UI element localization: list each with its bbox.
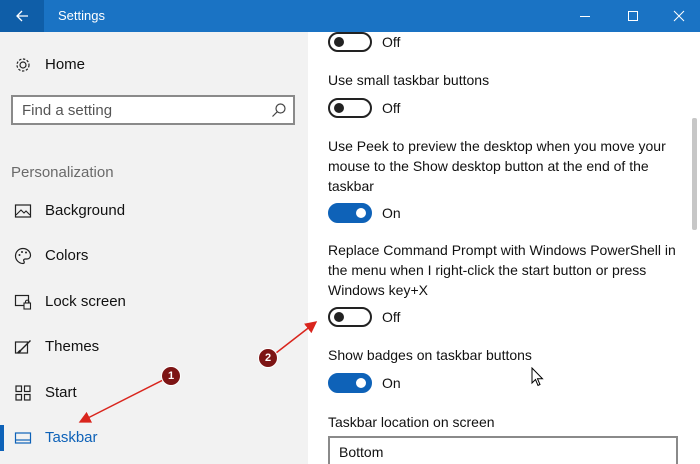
- sidebar-item-label: Background: [45, 202, 126, 219]
- dropdown-selected-value: Bottom: [339, 444, 384, 460]
- toggle-state-label: Off: [382, 309, 401, 325]
- minimize-button[interactable]: [562, 0, 608, 32]
- mouse-pointer-icon: [531, 367, 544, 387]
- lock-screen-icon: [14, 294, 32, 310]
- gear-icon: [16, 58, 30, 72]
- toggle-knob: [356, 208, 366, 218]
- title-bar: Settings: [0, 0, 700, 32]
- sidebar-item-start[interactable]: Start: [0, 376, 308, 410]
- maximize-button[interactable]: [610, 0, 656, 32]
- scrollbar[interactable]: [688, 32, 700, 464]
- nav-home[interactable]: Home: [0, 52, 308, 78]
- sidebar-item-colors[interactable]: Colors: [0, 239, 308, 273]
- annotation-badge-2: 2: [258, 348, 278, 368]
- sidebar-item-background[interactable]: Background: [0, 194, 308, 228]
- scrollbar-thumb[interactable]: [692, 118, 697, 230]
- search-input[interactable]: [13, 97, 263, 123]
- search-box[interactable]: [11, 95, 295, 125]
- toggle-knob: [334, 37, 344, 47]
- window-title: Settings: [58, 8, 105, 23]
- back-arrow-icon: [16, 10, 28, 22]
- palette-icon: [14, 247, 32, 265]
- setting-peek-label: Use Peek to preview the desktop when you…: [328, 138, 666, 194]
- back-button[interactable]: [0, 0, 44, 32]
- maximize-icon: [628, 11, 638, 21]
- active-indicator: [0, 425, 4, 451]
- minimize-icon: [580, 16, 590, 17]
- toggle-knob: [334, 312, 344, 322]
- toggle-state-label: On: [382, 205, 401, 221]
- toggle-small-taskbar-buttons[interactable]: [328, 98, 372, 118]
- themes-icon: [14, 340, 31, 354]
- toggle-state-label: Off: [382, 34, 401, 50]
- toggle-state-label: Off: [382, 100, 401, 116]
- sidebar-item-label: Taskbar: [45, 429, 98, 446]
- annotation-badge-1: 1: [161, 366, 181, 386]
- sidebar-item-taskbar[interactable]: Taskbar: [0, 421, 308, 455]
- toggle-knob: [334, 103, 344, 113]
- sidebar-item-lock-screen[interactable]: Lock screen: [0, 285, 308, 319]
- toggle-peek[interactable]: [328, 203, 372, 223]
- nav-home-label: Home: [45, 56, 86, 73]
- sidebar-item-label: Lock screen: [45, 293, 126, 310]
- toggle-badges[interactable]: [328, 373, 372, 393]
- close-icon: [673, 10, 685, 22]
- toggle-state-label: On: [382, 375, 401, 391]
- toggle-powershell[interactable]: [328, 307, 372, 327]
- sidebar-item-label: Colors: [45, 247, 89, 264]
- taskbar-icon: [14, 432, 32, 444]
- toggle-knob: [356, 378, 366, 388]
- search-icon[interactable]: [271, 102, 287, 118]
- toggle-switch[interactable]: [328, 32, 372, 52]
- close-button[interactable]: [656, 0, 700, 32]
- setting-badges-label: Show badges on taskbar buttons: [328, 347, 532, 363]
- taskbar-location-dropdown[interactable]: Bottom: [328, 436, 678, 464]
- picture-icon: [14, 204, 32, 218]
- setting-powershell-label: Replace Command Prompt with Windows Powe…: [328, 242, 676, 298]
- sidebar-item-label: Themes: [45, 338, 100, 355]
- start-icon: [15, 385, 31, 401]
- sidebar: Home Personalization Background Colors L…: [0, 32, 308, 464]
- setting-small-taskbar-label: Use small taskbar buttons: [328, 72, 490, 88]
- taskbar-location-label: Taskbar location on screen: [328, 414, 495, 430]
- section-header-personalization: Personalization: [11, 164, 114, 181]
- sidebar-item-label: Start: [45, 384, 77, 401]
- main-content: Off Use small taskbar buttons Off Use Pe…: [308, 32, 688, 464]
